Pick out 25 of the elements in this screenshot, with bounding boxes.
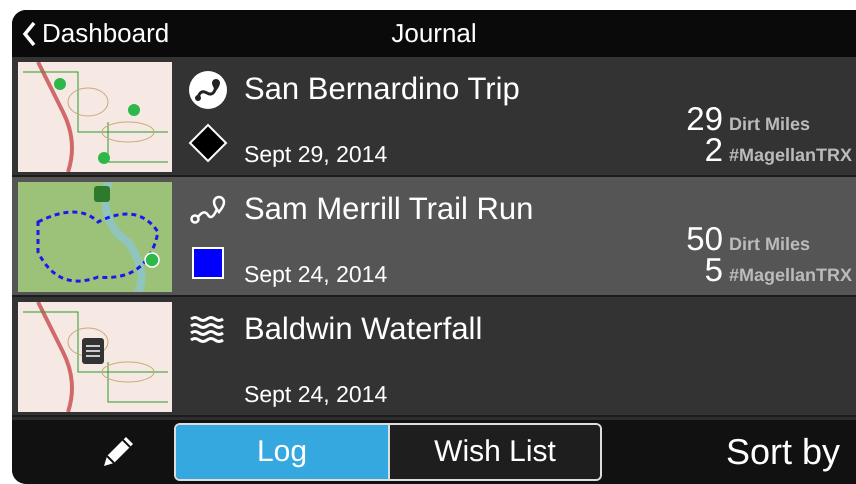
miles-count: 50: [686, 224, 723, 253]
segment-tab[interactable]: Wish List: [388, 425, 600, 479]
chevron-left-icon: [22, 20, 36, 46]
waves-icon: [190, 315, 226, 345]
miles-count: 29: [686, 104, 723, 133]
screen-title: Journal: [391, 18, 477, 49]
miles-label: Dirt Miles: [728, 234, 811, 255]
sort-button[interactable]: Sort by: [720, 430, 846, 474]
miles-label: Dirt Miles: [728, 114, 811, 135]
entry-title: Sam Merrill Trail Run: [244, 191, 534, 227]
route-badge-icon: [189, 71, 227, 109]
tag-count: 5: [704, 255, 723, 284]
tag-count: 2: [704, 135, 723, 164]
tag-label: #MagellanTRX: [728, 265, 852, 286]
entry-date: Sept 24, 2014: [244, 261, 388, 289]
back-button[interactable]: Dashboard: [12, 17, 176, 50]
entry-title: Baldwin Waterfall: [244, 311, 484, 347]
journal-entry[interactable]: San Bernardino Trip Sept 29, 2014 29 Dirt Miles 2 #MagellanTRX: [12, 57, 856, 177]
tag-label: #MagellanTRX: [728, 145, 852, 166]
entry-title: San Bernardino Trip: [244, 71, 521, 107]
route-icon: [190, 195, 226, 225]
entry-date: Sept 24, 2014: [244, 381, 388, 409]
entry-date: Sept 29, 2014: [244, 141, 388, 169]
journal-entry[interactable]: Baldwin Waterfall Sept 24, 2014: [12, 297, 856, 417]
journal-entry[interactable]: Sam Merrill Trail Run Sept 24, 2014 50 Dirt Miles 5 #MagellanTRX: [12, 177, 856, 297]
